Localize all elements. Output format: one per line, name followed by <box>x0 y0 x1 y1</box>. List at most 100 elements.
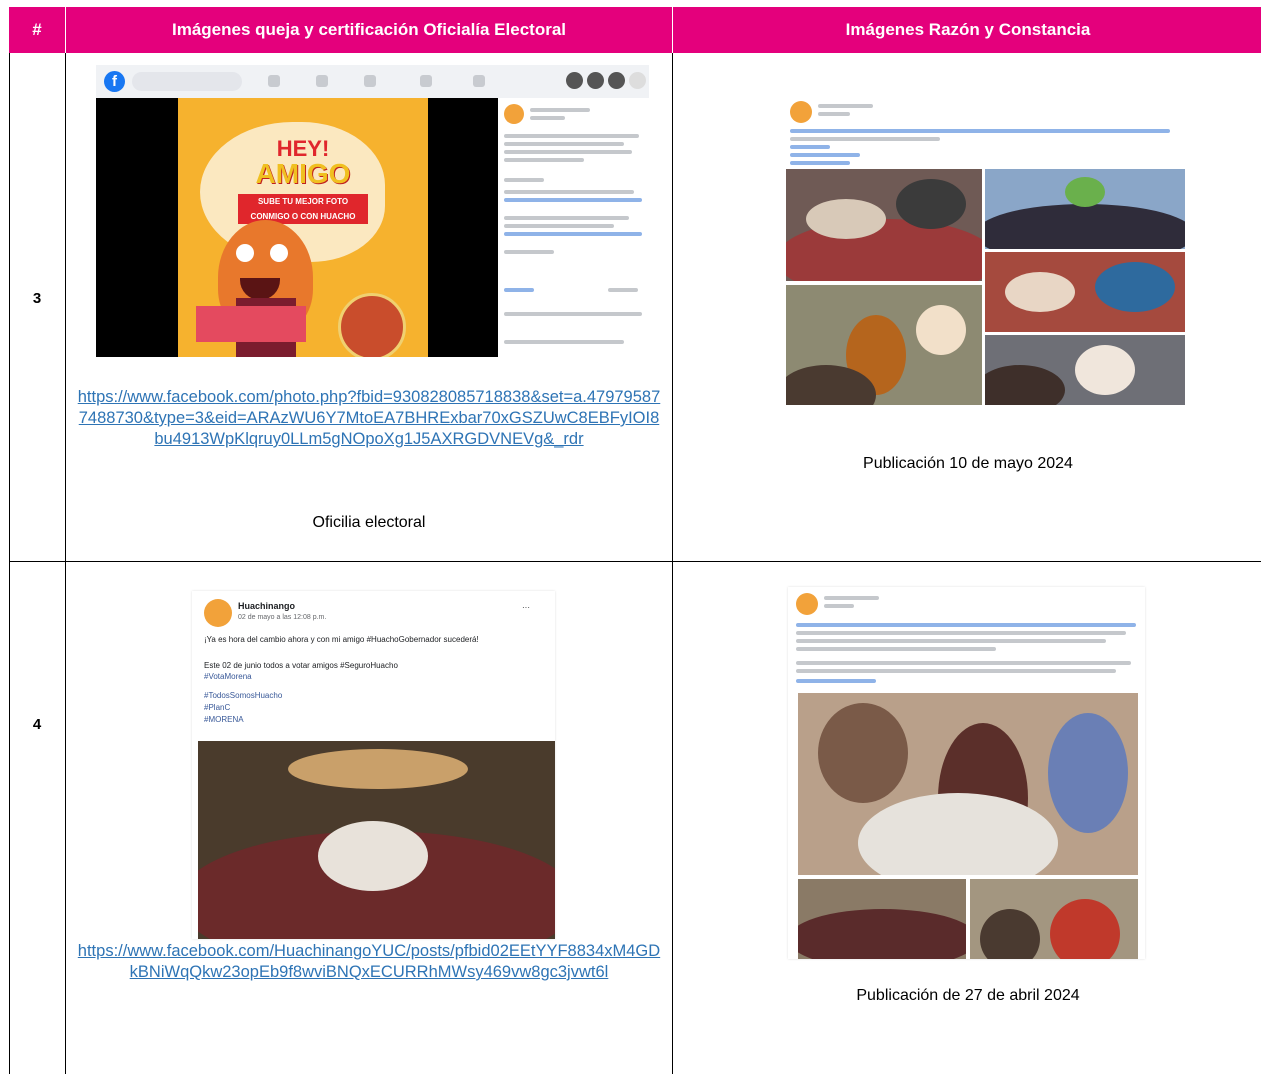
crowd-shape <box>980 909 1040 959</box>
campaign-photo <box>970 879 1138 959</box>
post-hashtag: #TodosSomosHuacho <box>204 691 283 700</box>
text-line <box>504 224 614 228</box>
text-line <box>504 232 642 236</box>
mascot-eye <box>270 244 288 262</box>
row-number-4: 4 <box>32 716 42 733</box>
grid-line <box>672 53 673 1074</box>
text-line <box>504 158 584 162</box>
text-line <box>818 112 850 116</box>
more-options-icon: ··· <box>522 603 530 612</box>
avatar <box>796 593 818 615</box>
text-line <box>504 198 642 202</box>
facebook-logo-icon: f <box>104 71 125 92</box>
post-hashtag: #PlanC <box>204 703 231 712</box>
text-line <box>796 623 1136 627</box>
text-line <box>504 134 639 138</box>
text-line <box>796 631 1126 635</box>
text-line <box>504 190 634 194</box>
facebook-post-link[interactable]: https://www.facebook.com/HuachinangoYUC/… <box>75 941 663 983</box>
poster-banner: SUBE TU MEJOR FOTO CONMIGO O CON HUACHO <box>238 194 368 224</box>
messenger-icon <box>587 72 604 89</box>
collage-photo <box>786 285 982 405</box>
crowd-shape <box>1048 713 1128 833</box>
header-razon-images: Imágenes Razón y Constancia <box>673 7 1261 53</box>
right-caption-row-3: Publicación 10 de mayo 2024 <box>863 455 1073 472</box>
poster-title-amigo: AMIGO <box>255 158 351 189</box>
campaign-photo <box>798 693 1138 875</box>
text-line <box>796 647 996 651</box>
avatar <box>629 72 646 89</box>
facebook-photo-screenshot: f HEY! AMIGO SUBE TU MEJOR FOTO CONMIGO … <box>96 65 649 357</box>
post-photos-screenshot <box>788 587 1145 959</box>
crowd-shape <box>1065 177 1105 207</box>
text-line <box>504 142 624 146</box>
text-line <box>796 679 876 683</box>
header-number: # <box>9 7 65 53</box>
groups-icon <box>473 75 485 87</box>
text-line <box>824 596 879 600</box>
crowd-shape <box>858 793 1058 875</box>
crowd-shape <box>1075 345 1135 395</box>
crowd-shape <box>916 305 966 355</box>
action-buttons-line <box>504 312 642 316</box>
post-hashtag: #VotaMorena <box>204 672 252 681</box>
reaction-line <box>504 288 534 292</box>
event-hall-photo <box>198 741 555 939</box>
post-hashtag: #MORENA <box>204 715 244 724</box>
collage-photo <box>985 252 1185 332</box>
text-line <box>790 145 830 149</box>
text-line <box>796 639 1106 643</box>
collage-photo <box>985 335 1185 405</box>
header-number-label: # <box>32 20 42 39</box>
crowd-shape <box>806 199 886 239</box>
row-number-3: 3 <box>32 290 42 307</box>
text-line <box>796 661 1131 665</box>
post-side-panel <box>498 98 649 357</box>
right-caption-row-4: Publicación de 27 de abril 2024 <box>856 987 1080 1004</box>
watch-icon <box>364 75 376 87</box>
post-page-name: Huachinango <box>238 601 296 611</box>
evidence-table: # Imágenes queja y certificación Oficial… <box>9 7 1261 1074</box>
facebook-photo-link[interactable]: https://www.facebook.com/photo.php?fbid=… <box>75 387 663 450</box>
header-oficialia-images: Imágenes queja y certificación Oficialía… <box>66 7 672 53</box>
hey-amigo-poster: HEY! AMIGO SUBE TU MEJOR FOTO CONMIGO O … <box>178 98 428 357</box>
text-line <box>504 150 632 154</box>
crowd-shape <box>1050 899 1120 959</box>
crowd-shape <box>896 179 966 229</box>
crowd-shape <box>818 703 908 803</box>
avatar <box>504 104 524 124</box>
collage-photo <box>985 169 1185 249</box>
flag-icon <box>316 75 328 87</box>
text-line <box>790 161 850 165</box>
text-line <box>790 137 940 141</box>
comment-box-line <box>504 340 624 344</box>
text-line <box>530 116 565 120</box>
text-line <box>530 108 590 112</box>
crowd-shape <box>1005 272 1075 312</box>
search-input <box>132 72 242 91</box>
header-oficialia-label: Imágenes queja y certificación Oficialía… <box>172 20 566 39</box>
post-collage-screenshot <box>784 95 1186 405</box>
crowd-shape <box>1095 262 1175 312</box>
ceiling-light <box>288 749 468 789</box>
grid-line <box>9 53 10 1074</box>
text-line <box>796 669 1116 673</box>
text-line <box>790 153 860 157</box>
text-line <box>504 216 629 220</box>
bell-icon <box>608 72 625 89</box>
collage-photo <box>786 169 982 281</box>
text-line <box>824 604 854 608</box>
crowd-shape <box>798 909 966 959</box>
header-razon-label: Imágenes Razón y Constancia <box>845 20 1091 39</box>
post-text-2: Este 02 de junio todos a votar amigos #S… <box>204 661 398 670</box>
post-date: 02 de mayo a las 12:08 p.m. <box>238 614 327 621</box>
grid-line <box>9 561 1261 562</box>
text-line <box>504 178 544 182</box>
post-text-1: ¡Ya es hora del cambio ahora y con mi am… <box>204 635 479 644</box>
campaign-photo <box>798 879 966 959</box>
menu-icon <box>566 72 583 89</box>
crowd-shape <box>985 204 1185 249</box>
home-icon <box>268 75 280 87</box>
mascot-mouth <box>240 278 280 300</box>
reaction-line <box>608 288 638 292</box>
